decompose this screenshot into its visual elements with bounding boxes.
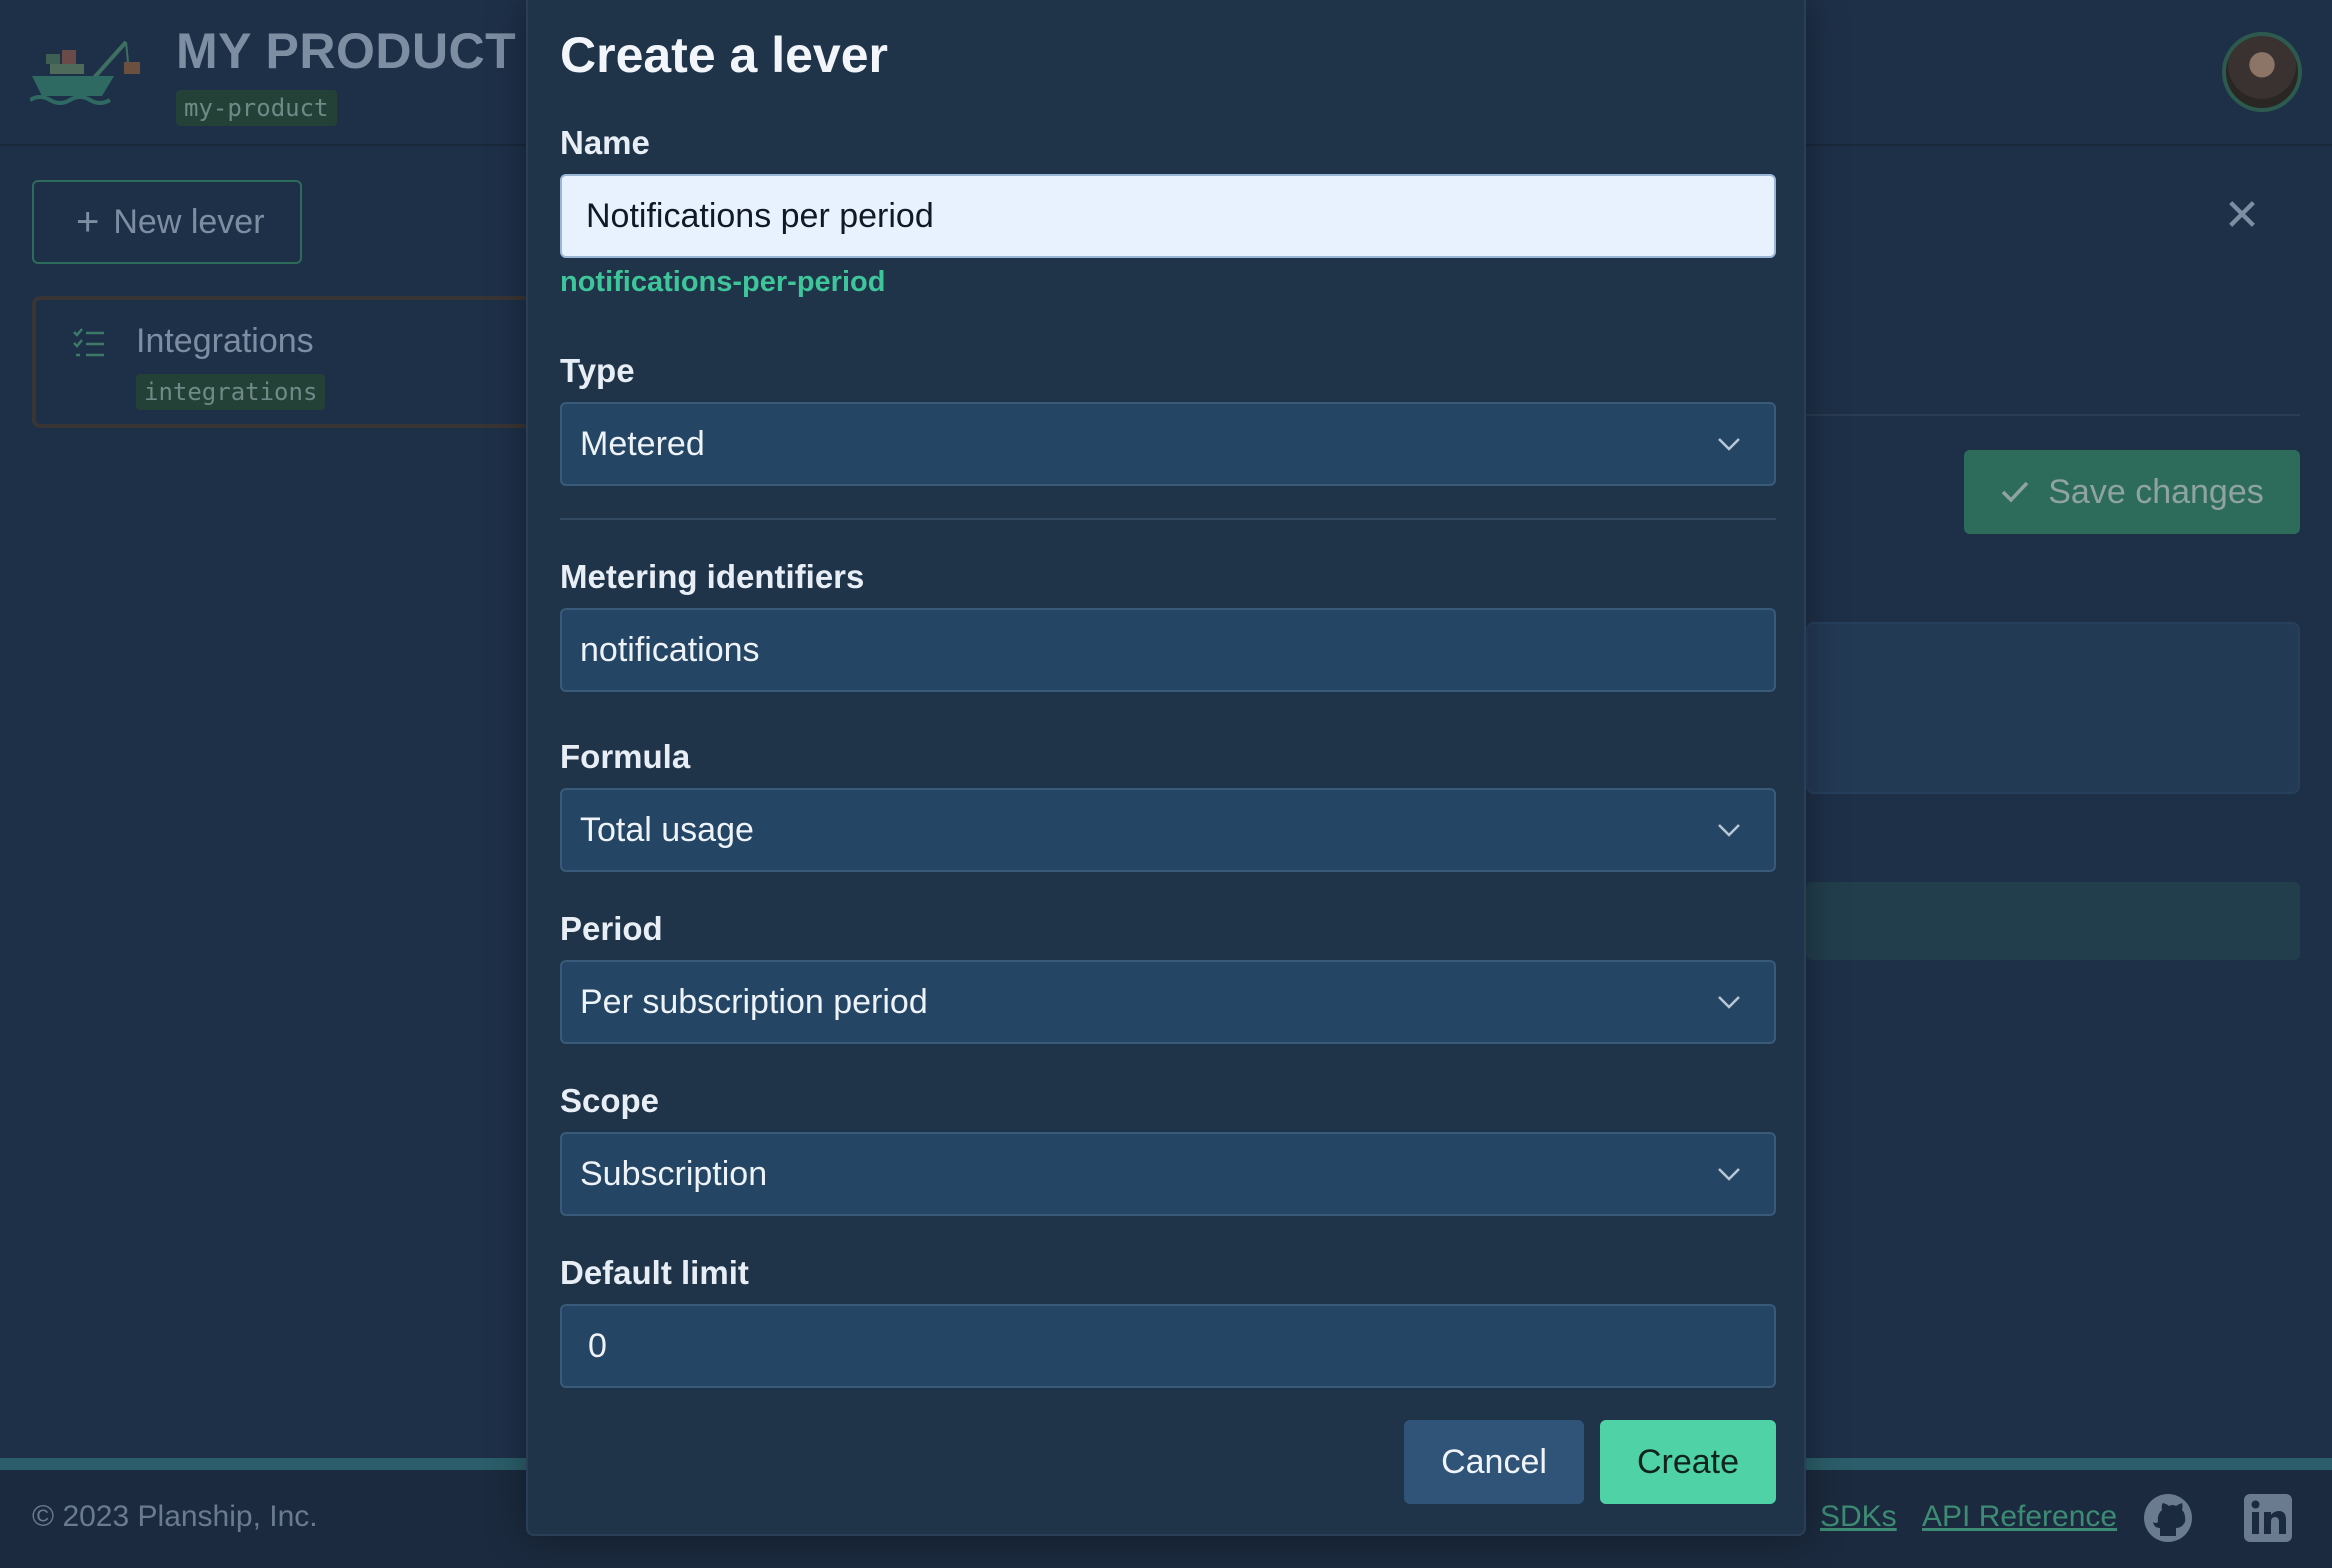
ship-logo-icon: [30, 40, 140, 105]
new-lever-button[interactable]: + New lever: [32, 180, 302, 264]
chevron-down-icon: [1718, 996, 1740, 1009]
metering-identifiers-value: notifications: [580, 630, 760, 669]
background-card: [1806, 622, 2300, 794]
github-icon[interactable]: [2142, 1492, 2194, 1544]
default-limit-input[interactable]: 0: [560, 1304, 1776, 1388]
scope-label: Scope: [560, 1082, 660, 1119]
chevron-down-icon: [1718, 1168, 1740, 1181]
metering-identifiers-input[interactable]: notifications: [560, 608, 1776, 692]
type-label: Type: [560, 352, 635, 389]
modal-divider: [560, 518, 1776, 520]
sdks-link[interactable]: SDKs: [1820, 1500, 1897, 1534]
save-changes-button[interactable]: Save changes: [1964, 450, 2300, 534]
lever-name: Integrations: [136, 322, 314, 360]
type-select[interactable]: Metered: [560, 402, 1776, 486]
formula-label: Formula: [560, 738, 691, 775]
user-avatar[interactable]: [2222, 32, 2302, 112]
lever-slug: integrations: [136, 374, 326, 410]
app-page: MY PRODUCT my-product + New lever Integr…: [0, 0, 2332, 1568]
lever-list-item[interactable]: Integrations integrations: [32, 296, 572, 428]
new-lever-label: New lever: [113, 202, 265, 241]
cancel-button[interactable]: Cancel: [1404, 1420, 1584, 1504]
chevron-down-icon: [1718, 824, 1740, 837]
scope-select-value: Subscription: [580, 1154, 768, 1193]
create-button[interactable]: Create: [1600, 1420, 1776, 1504]
metering-identifiers-label: Metering identifiers: [560, 558, 865, 595]
api-reference-link[interactable]: API Reference: [1922, 1500, 2117, 1534]
period-select[interactable]: Per subscription period: [560, 960, 1776, 1044]
close-panel-icon[interactable]: ✕: [2222, 194, 2262, 238]
period-label: Period: [560, 910, 663, 947]
plus-icon: +: [76, 200, 100, 244]
type-select-value: Metered: [580, 424, 705, 463]
modal-title: Create a lever: [560, 27, 889, 83]
background-row: [1806, 882, 2300, 960]
product-slug: my-product: [176, 90, 337, 126]
panel-divider: [1806, 414, 2300, 416]
checklist-icon: [73, 328, 104, 357]
default-limit-value: 0: [588, 1326, 607, 1365]
name-input[interactable]: Notifications per period: [560, 174, 1776, 258]
formula-select-value: Total usage: [580, 810, 754, 849]
name-label: Name: [560, 124, 650, 161]
create-lever-modal: Create a lever Name Notifications per pe…: [526, 0, 1806, 1536]
check-icon: [2002, 481, 2029, 503]
product-title: MY PRODUCT: [176, 23, 517, 79]
scope-select[interactable]: Subscription: [560, 1132, 1776, 1216]
linkedin-icon[interactable]: [2242, 1492, 2294, 1544]
default-limit-label: Default limit: [560, 1254, 749, 1291]
save-changes-label: Save changes: [2048, 472, 2264, 511]
formula-select[interactable]: Total usage: [560, 788, 1776, 872]
slug-hint: notifications-per-period: [560, 266, 886, 298]
name-input-value: Notifications per period: [586, 196, 934, 235]
copyright-text: © 2023 Planship, Inc.: [32, 1500, 318, 1533]
period-select-value: Per subscription period: [580, 982, 928, 1021]
chevron-down-icon: [1718, 438, 1740, 451]
